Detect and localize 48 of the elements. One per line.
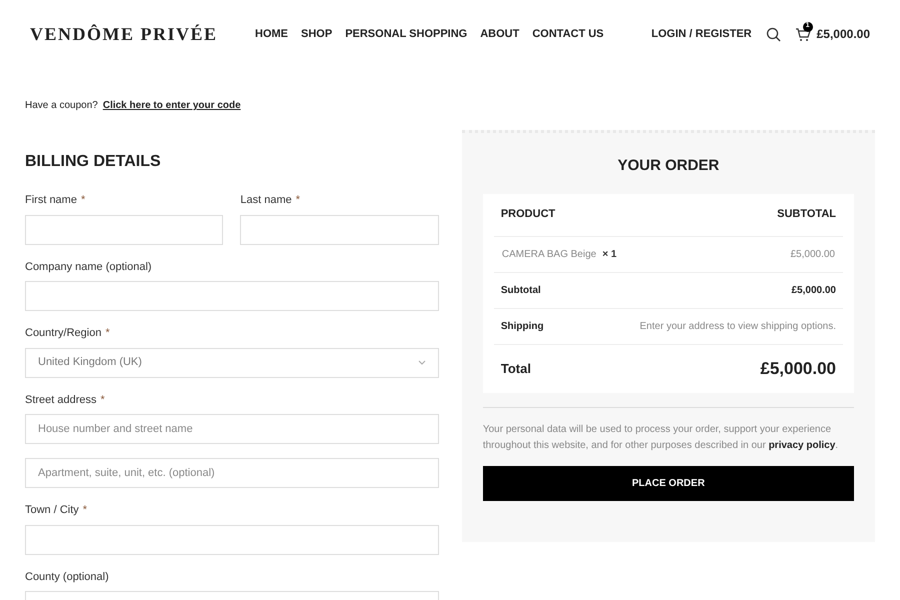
total-label: Total [500,360,531,378]
input-field[interactable] [240,214,439,244]
login-link[interactable]: LOGIN / REGISTER [651,26,752,42]
field-label: Town / City [25,503,79,518]
privacy-notice: Your personal data will be used to process your order, support your experience throughout this website, and for other purposes described in our privacy policy. [482,422,840,452]
field-label: Country/Region [25,326,102,341]
total-value: £5,000.00 [760,358,836,380]
logo[interactable]: VENDÔME PRIVÉE [30,20,255,48]
nav-link[interactable]: ABOUT [480,26,520,42]
field-label: First name [25,193,77,208]
required-mark: * [82,503,88,518]
shipping-note: Enter your address to view shipping options. [640,320,836,334]
chevron-down-icon [418,360,426,365]
nav-link[interactable]: PERSONAL SHOPPING [345,26,468,42]
required-mark: * [100,392,105,408]
place-order-button[interactable]: PLACE ORDER [482,466,854,500]
country-select[interactable]: United Kingdom (UK) [25,348,439,378]
billing-title: BILLING DETAILS [25,152,162,172]
required-mark: * [105,326,110,341]
required-mark: * [80,193,86,208]
column-header: SUBTOTAL [777,207,836,222]
subtotal-label: Subtotal [500,284,541,298]
product-quantity: × 1 [602,248,617,262]
privacy-link[interactable]: privacy policy [768,440,836,450]
nav-link[interactable]: SHOP [301,26,332,42]
field-label: Street address [25,392,97,408]
cart-total[interactable]: £5,000.00 [816,25,870,43]
required-mark: * [296,193,300,208]
cart-icon[interactable] [794,26,811,42]
input-field[interactable]: Apartment, suite, unit, etc. (optional) [25,458,439,488]
search-icon[interactable] [766,26,781,42]
input-field[interactable]: House number and street name [25,414,439,444]
nav-link[interactable]: HOME [255,26,288,42]
input-field[interactable] [25,281,439,311]
shipping-label: Shipping [500,320,544,334]
coupon-text: Have a coupon? [25,99,98,113]
input-field[interactable] [25,214,224,244]
subtotal-value: £5,000.00 [792,284,836,298]
product-name: CAMERA BAG Beige [502,248,596,262]
column-header: PRODUCT [500,207,556,222]
product-price: £5,000.00 [790,248,835,262]
field-label: Last name [240,193,292,208]
nav-link[interactable]: CONTACT US [532,26,604,42]
field-label: Company name (optional) [25,260,152,274]
input-field[interactable] [25,524,439,554]
field-label: County (optional) [25,570,109,584]
coupon-link[interactable]: Click here to enter your code [102,98,241,113]
order-title: YOUR ORDER [616,156,720,176]
